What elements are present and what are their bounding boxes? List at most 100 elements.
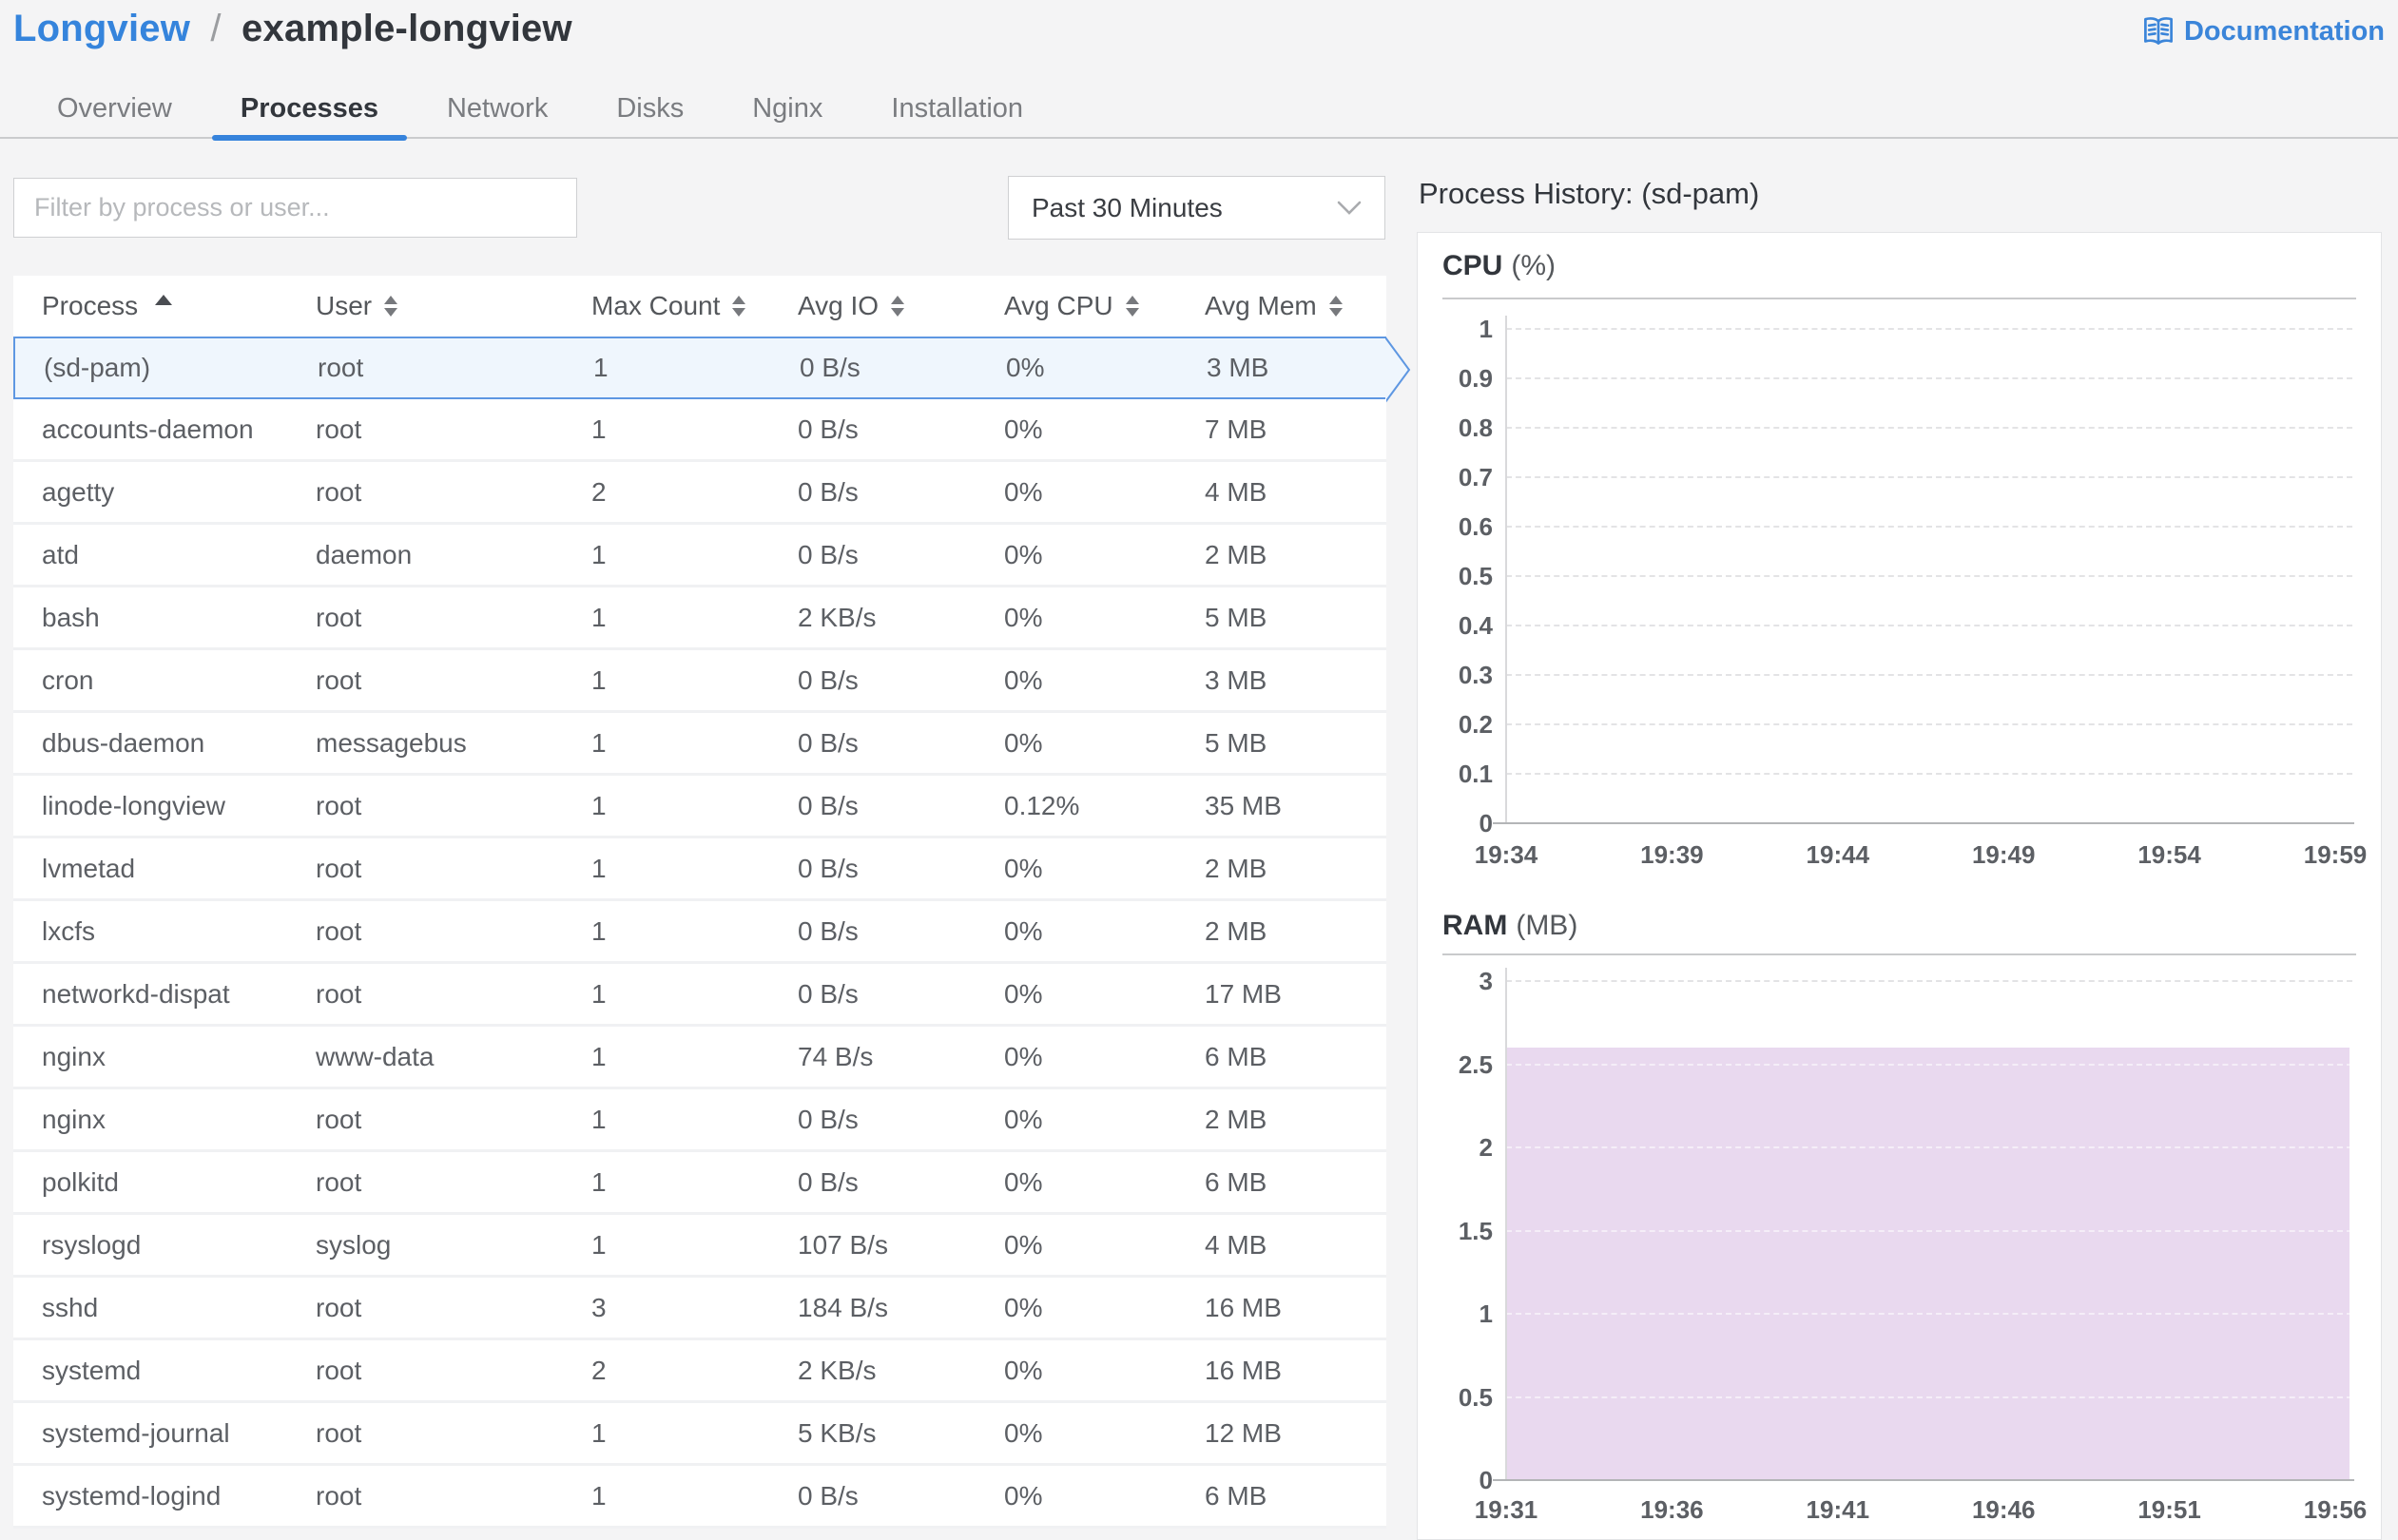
x-axis-line	[1493, 822, 2354, 824]
cell-max-count: 1	[591, 1041, 607, 1071]
cpu-chart-title-unit: (%)	[1511, 250, 1556, 281]
cell-avg-mem: 2 MB	[1205, 539, 1267, 569]
cell-process: agetty	[42, 476, 115, 507]
table-row[interactable]: nginx www-data 1 74 B/s 0% 6 MB	[13, 1027, 1386, 1089]
sort-toggle-icon	[1125, 296, 1139, 317]
cell-avg-io: 2 KB/s	[798, 602, 877, 632]
x-tick-label: 19:34	[1474, 840, 1538, 869]
cell-user: daemon	[316, 539, 413, 569]
cell-process: cron	[42, 664, 94, 695]
time-range-select[interactable]: Past 30 Minutes	[1008, 176, 1385, 240]
table-row[interactable]: systemd-logind root 1 0 B/s 0% 6 MB	[13, 1466, 1386, 1529]
cell-max-count: 1	[593, 353, 609, 382]
ram-area-series	[1507, 1048, 2350, 1480]
cell-user: messagebus	[316, 727, 467, 758]
gridline	[1506, 526, 2352, 528]
cell-max-count: 1	[591, 853, 607, 883]
breadcrumb: Longview / example-longview	[13, 8, 572, 50]
tab-overview[interactable]: Overview	[29, 82, 201, 137]
cell-avg-cpu: 0%	[1006, 353, 1045, 382]
table-row[interactable]: systemd-journal root 1 5 KB/s 0% 12 MB	[13, 1403, 1386, 1466]
cell-avg-cpu: 0%	[1004, 602, 1043, 632]
tab-nginx[interactable]: Nginx	[724, 82, 851, 137]
process-filter-input[interactable]	[13, 178, 577, 238]
table-row[interactable]: nginx root 1 0 B/s 0% 2 MB	[13, 1089, 1386, 1152]
cell-avg-cpu: 0%	[1004, 1417, 1043, 1448]
tab-processes[interactable]: Processes	[211, 82, 408, 141]
cell-max-count: 1	[591, 727, 607, 758]
sort-toggle-icon	[732, 296, 746, 317]
y-tick-label: 0.4	[1458, 611, 1493, 640]
column-header-avg-cpu[interactable]: Avg CPU	[976, 291, 1176, 321]
table-row[interactable]: bash root 1 2 KB/s 0% 5 MB	[13, 587, 1386, 650]
x-tick-label: 19:41	[1806, 1495, 1870, 1524]
cell-user: www-data	[316, 1041, 435, 1071]
tab-disks[interactable]: Disks	[588, 82, 712, 137]
cell-max-count: 1	[591, 978, 607, 1009]
cell-process: rsyslogd	[42, 1229, 142, 1260]
cell-process: dbus-daemon	[42, 727, 205, 758]
table-row[interactable]: cron root 1 0 B/s 0% 3 MB	[13, 650, 1386, 713]
column-header-max-count[interactable]: Max Count	[563, 291, 769, 321]
cell-user: syslog	[316, 1229, 392, 1260]
cell-process: lxcfs	[42, 915, 95, 946]
y-tick-label: 0.1	[1458, 760, 1493, 788]
cell-process: systemd	[42, 1355, 142, 1385]
table-row[interactable]: lxcfs root 1 0 B/s 0% 2 MB	[13, 901, 1386, 964]
column-label: Avg IO	[798, 291, 880, 320]
breadcrumb-longview-link[interactable]: Longview	[13, 8, 190, 49]
cell-max-count: 1	[591, 1166, 607, 1197]
cell-max-count: 1	[591, 1104, 607, 1134]
table-row[interactable]: agetty root 2 0 B/s 0% 4 MB	[13, 462, 1386, 525]
y-tick-label: 3	[1479, 967, 1493, 995]
column-label: Max Count	[591, 291, 721, 320]
cell-avg-io: 0 B/s	[798, 476, 859, 507]
cell-process: systemd-journal	[42, 1417, 230, 1448]
table-row[interactable]: rsyslogd syslog 1 107 B/s 0% 4 MB	[13, 1215, 1386, 1278]
cell-avg-mem: 35 MB	[1205, 790, 1282, 820]
cell-avg-io: 0 B/s	[798, 1104, 859, 1134]
table-row[interactable]: sshd root 3 184 B/s 0% 16 MB	[13, 1278, 1386, 1340]
table-row[interactable]: lvmetad root 1 0 B/s 0% 2 MB	[13, 838, 1386, 901]
cell-max-count: 1	[591, 414, 607, 444]
table-row[interactable]: networkd-dispat root 1 0 B/s 0% 17 MB	[13, 964, 1386, 1027]
column-header-avg-io[interactable]: Avg IO	[769, 291, 976, 321]
y-tick-label: 0.2	[1458, 710, 1493, 739]
cell-user: root	[316, 790, 362, 820]
longview-processes-page: Longview / example-longview Documentatio…	[0, 0, 2398, 1540]
table-row[interactable]: atd daemon 1 0 B/s 0% 2 MB	[13, 525, 1386, 587]
tab-installation[interactable]: Installation	[862, 82, 1052, 137]
cell-user: root	[316, 1480, 362, 1511]
cell-avg-cpu: 0.12%	[1004, 790, 1080, 820]
table-row[interactable]: accounts-daemon root 1 0 B/s 0% 7 MB	[13, 399, 1386, 462]
y-tick-label: 0.5	[1458, 1382, 1493, 1412]
column-label: User	[316, 291, 373, 320]
ram-chart-plot: 3 2.5 2 1.5 1 0.5 0 19:31 19:36 19:41 19:46 19:51 19…	[1442, 957, 2367, 1540]
table-row[interactable]: dbus-daemon messagebus 1 0 B/s 0% 5 MB	[13, 713, 1386, 776]
y-tick-label: 0.5	[1458, 562, 1493, 590]
column-header-user[interactable]: User	[287, 291, 563, 321]
table-row[interactable]: systemd root 2 2 KB/s 0% 16 MB	[13, 1340, 1386, 1403]
cell-avg-io: 0 B/s	[798, 727, 859, 758]
cell-avg-io: 0 B/s	[798, 539, 859, 569]
ram-chart-title-main: RAM	[1442, 910, 1508, 941]
cell-process: (sd-pam)	[44, 353, 151, 382]
cell-avg-cpu: 0%	[1004, 1229, 1043, 1260]
cell-process: sshd	[42, 1292, 99, 1322]
tab-network[interactable]: Network	[418, 82, 576, 137]
column-header-process[interactable]: Process	[13, 291, 287, 321]
cell-avg-io: 74 B/s	[798, 1041, 874, 1071]
cell-avg-mem: 12 MB	[1205, 1417, 1282, 1448]
table-row[interactable]: polkitd root 1 0 B/s 0% 6 MB	[13, 1152, 1386, 1215]
cell-avg-io: 0 B/s	[798, 790, 859, 820]
cell-user: root	[316, 1292, 362, 1322]
sort-toggle-icon	[384, 296, 398, 317]
column-header-avg-mem[interactable]: Avg Mem	[1176, 291, 1386, 321]
documentation-link[interactable]: Documentation	[2138, 13, 2385, 49]
cell-avg-cpu: 0%	[1004, 915, 1043, 946]
y-tick-label: 2.5	[1458, 1049, 1493, 1079]
table-row-selected[interactable]: (sd-pam) root 1 0 B/s 0% 3 MB	[13, 337, 1411, 403]
table-row[interactable]: linode-longview root 1 0 B/s 0.12% 35 MB	[13, 776, 1386, 838]
x-tick-label: 19:39	[1640, 840, 1704, 869]
cell-user: root	[316, 853, 362, 883]
